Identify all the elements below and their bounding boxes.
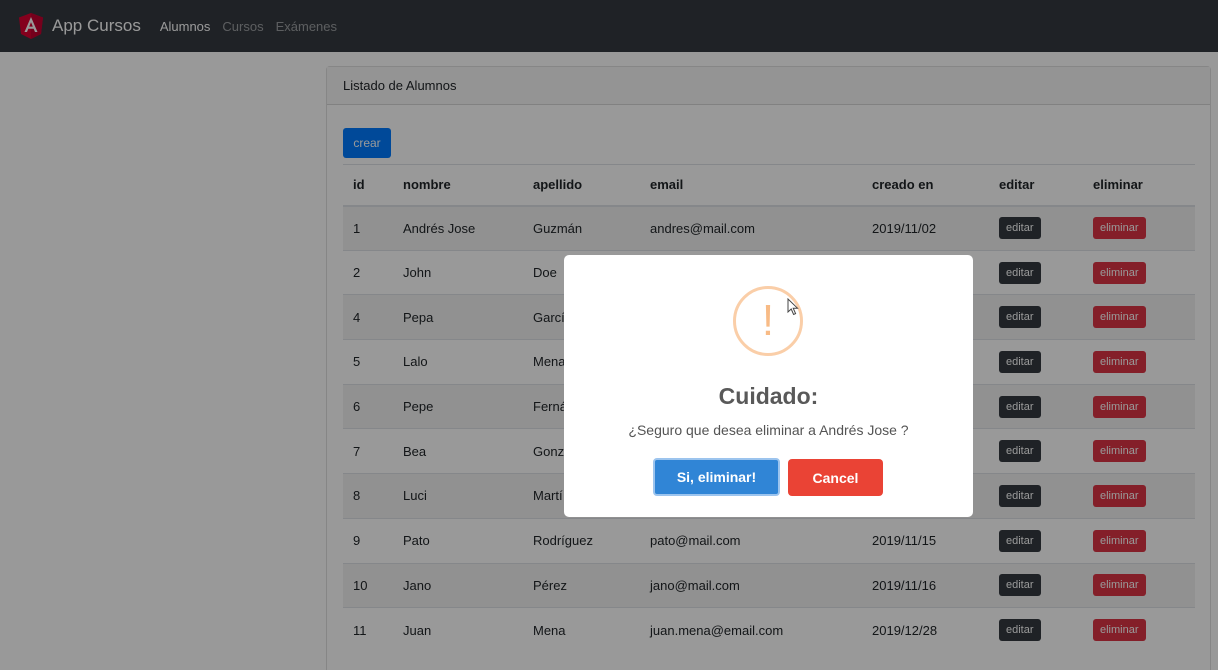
dialog-title: Cuidado: <box>718 383 819 409</box>
dialog-message: ¿Seguro que desea eliminar a Andrés Jose… <box>628 422 909 438</box>
cancel-button[interactable]: Cancel <box>788 459 883 496</box>
warning-icon: ! <box>733 286 803 356</box>
confirm-delete-dialog: ! Cuidado: ¿Seguro que desea eliminar a … <box>564 255 973 517</box>
confirm-delete-button[interactable]: Si, eliminar! <box>653 458 780 496</box>
mouse-pointer-icon <box>787 298 799 316</box>
